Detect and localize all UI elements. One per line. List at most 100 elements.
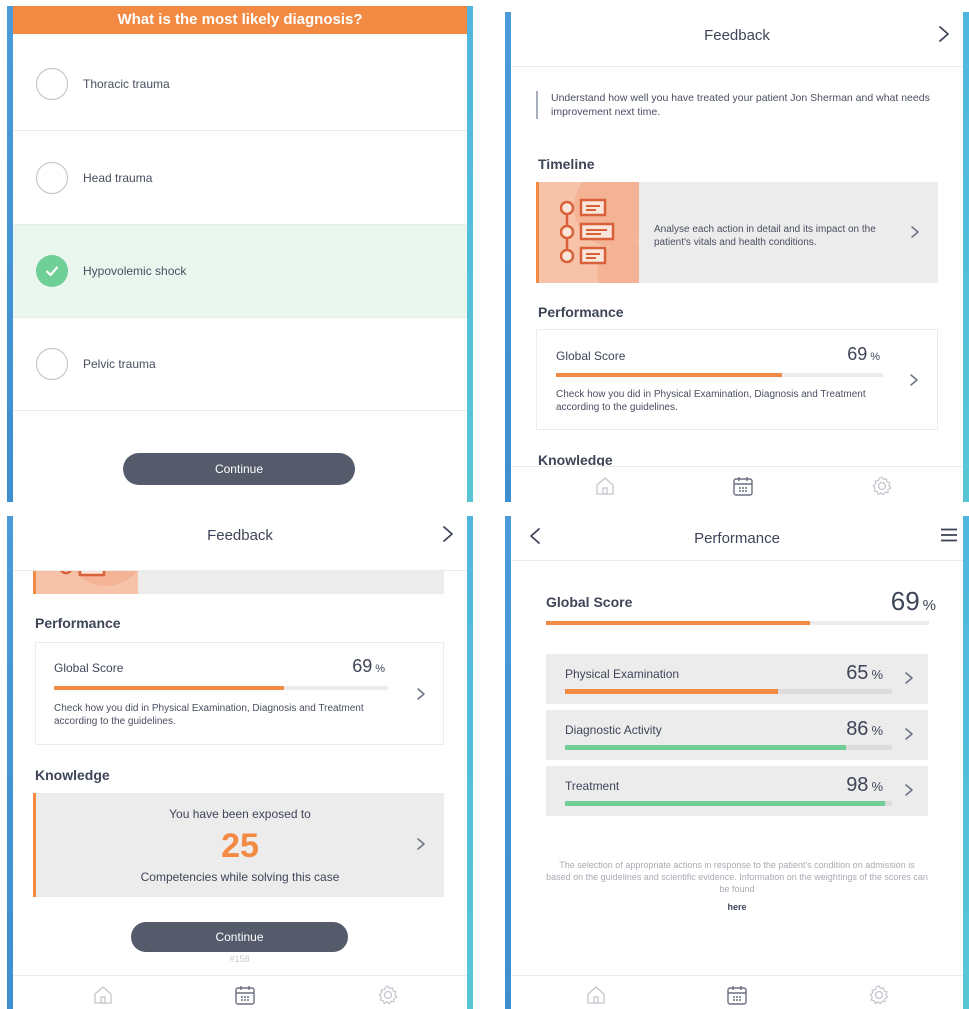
option-pelvic-trauma[interactable]: Pelvic trauma (13, 318, 467, 411)
chevron-right-icon (905, 728, 913, 740)
page-title: Feedback (704, 27, 770, 44)
global-score-description: Check how you did in Physical Examinatio… (54, 703, 364, 727)
settings-icon[interactable] (871, 475, 893, 497)
timeline-icon (559, 182, 639, 283)
category-bar (565, 689, 892, 694)
option-hypovolemic-shock[interactable]: Hypovolemic shock (13, 225, 467, 318)
continue-button[interactable]: Continue (123, 453, 355, 485)
feedback-panel-top: Feedback Understand how well you have tr… (505, 12, 969, 502)
question-header: What is the most likely diagnosis? (13, 6, 467, 34)
performance-header: Performance (511, 516, 963, 561)
radio-button[interactable] (36, 348, 68, 380)
global-score-description: Check how you did in Physical Examinatio… (556, 389, 866, 413)
screen-edge-left (7, 516, 13, 1009)
global-score-bar (54, 686, 388, 690)
category-diagnostic-activity[interactable]: Diagnostic Activity 86% (546, 710, 928, 760)
screen-edge-left (505, 516, 511, 1009)
continue-button[interactable]: Continue (131, 922, 348, 952)
timeline-illustration (539, 182, 639, 283)
global-score-value: 69% (352, 656, 385, 676)
screen-edge-right (963, 516, 969, 1009)
performance-title: Performance (35, 615, 121, 631)
chevron-right-icon (417, 688, 425, 700)
menu-button[interactable] (939, 525, 959, 545)
knowledge-intro-text: You have been exposed to (169, 807, 311, 821)
global-score-card[interactable]: Global Score 69% Check how you did in Ph… (35, 642, 444, 745)
category-bar (565, 801, 892, 806)
home-icon[interactable] (594, 475, 616, 497)
calendar-icon[interactable] (726, 984, 748, 1006)
radio-button[interactable] (36, 68, 68, 100)
next-button[interactable] (934, 24, 954, 44)
settings-icon[interactable] (868, 984, 890, 1006)
checkmark-icon (45, 266, 59, 277)
knowledge-card[interactable]: You have been exposed to 25 Competencies… (33, 793, 444, 897)
bottom-tab-bar (511, 975, 963, 1009)
bottom-tab-bar (13, 975, 467, 1009)
option-label: Hypovolemic shock (83, 264, 187, 278)
option-label: Pelvic trauma (83, 357, 156, 371)
radio-button[interactable] (36, 162, 68, 194)
category-bar-fill (565, 689, 778, 694)
page-title: Performance (694, 530, 780, 547)
chevron-right-icon (905, 672, 913, 684)
calendar-icon[interactable] (234, 984, 256, 1006)
bottom-tab-bar (511, 466, 963, 502)
next-button[interactable] (438, 524, 458, 544)
home-icon[interactable] (585, 984, 607, 1006)
global-score-label: Global Score (546, 594, 633, 610)
global-score-value: 69% (890, 586, 936, 616)
global-score-bar-fill (54, 686, 285, 690)
screen-edge-right (467, 516, 473, 1009)
global-score-bar (556, 373, 883, 377)
category-label: Treatment (565, 779, 620, 793)
home-icon[interactable] (92, 984, 114, 1006)
timeline-title: Timeline (538, 156, 595, 172)
global-score-bar (546, 621, 929, 625)
category-physical-examination[interactable]: Physical Examination 65% (546, 654, 928, 704)
competency-count: 25 (221, 827, 259, 865)
chevron-right-icon (910, 374, 918, 386)
category-bar-fill (565, 801, 886, 806)
calendar-icon[interactable] (732, 475, 754, 497)
category-bar (565, 745, 892, 750)
timeline-card[interactable]: Analyse each action in detail and its im… (536, 182, 938, 283)
performance-title: Performance (538, 304, 624, 320)
screen-edge-right (467, 6, 473, 502)
chevron-right-icon (911, 226, 919, 238)
chevron-right-icon (417, 838, 425, 850)
global-score-value: 69% (847, 344, 880, 364)
category-label: Physical Examination (565, 667, 680, 681)
global-score-label: Global Score (556, 349, 626, 363)
quiz-panel: What is the most likely diagnosis? Thora… (7, 6, 473, 502)
performance-panel: Performance Global Score 69% Physical Ex… (505, 516, 969, 1009)
hamburger-menu-icon (941, 528, 957, 542)
option-head-trauma[interactable]: Head trauma (13, 132, 467, 225)
chevron-right-icon (905, 784, 913, 796)
option-thoracic-trauma[interactable]: Thoracic trauma (13, 38, 467, 131)
radio-button-checked[interactable] (36, 255, 68, 287)
option-label: Thoracic trauma (83, 77, 170, 91)
feedback-intro: Understand how well you have treated you… (536, 91, 936, 119)
screen-edge-left (505, 12, 511, 502)
scoring-footnote: The selection of appropriate actions in … (546, 860, 928, 894)
category-value: 86% (846, 718, 883, 740)
feedback-header: Feedback (511, 12, 963, 67)
feedback-panel-scrolled: Feedback Performance Global Score 69% Ch… (7, 516, 473, 1009)
knowledge-title: Knowledge (35, 767, 110, 783)
knowledge-outro-text: Competencies while solving this case (140, 870, 340, 884)
category-bar-fill (565, 745, 847, 750)
settings-icon[interactable] (377, 984, 399, 1006)
global-score-card[interactable]: Global Score 69% Check how you did in Ph… (536, 329, 938, 430)
feedback-header: Feedback (13, 516, 467, 571)
category-treatment[interactable]: Treatment 98% (546, 766, 928, 816)
global-score-label: Global Score (54, 661, 124, 675)
option-label: Head trauma (83, 171, 153, 185)
chevron-right-icon (939, 26, 949, 42)
chevron-right-icon (443, 526, 453, 542)
page-title: Feedback (207, 527, 273, 544)
global-score-bar-fill (556, 373, 782, 377)
case-id: #158 (229, 954, 250, 964)
category-label: Diagnostic Activity (565, 723, 662, 737)
weightings-link[interactable]: here (546, 902, 928, 912)
